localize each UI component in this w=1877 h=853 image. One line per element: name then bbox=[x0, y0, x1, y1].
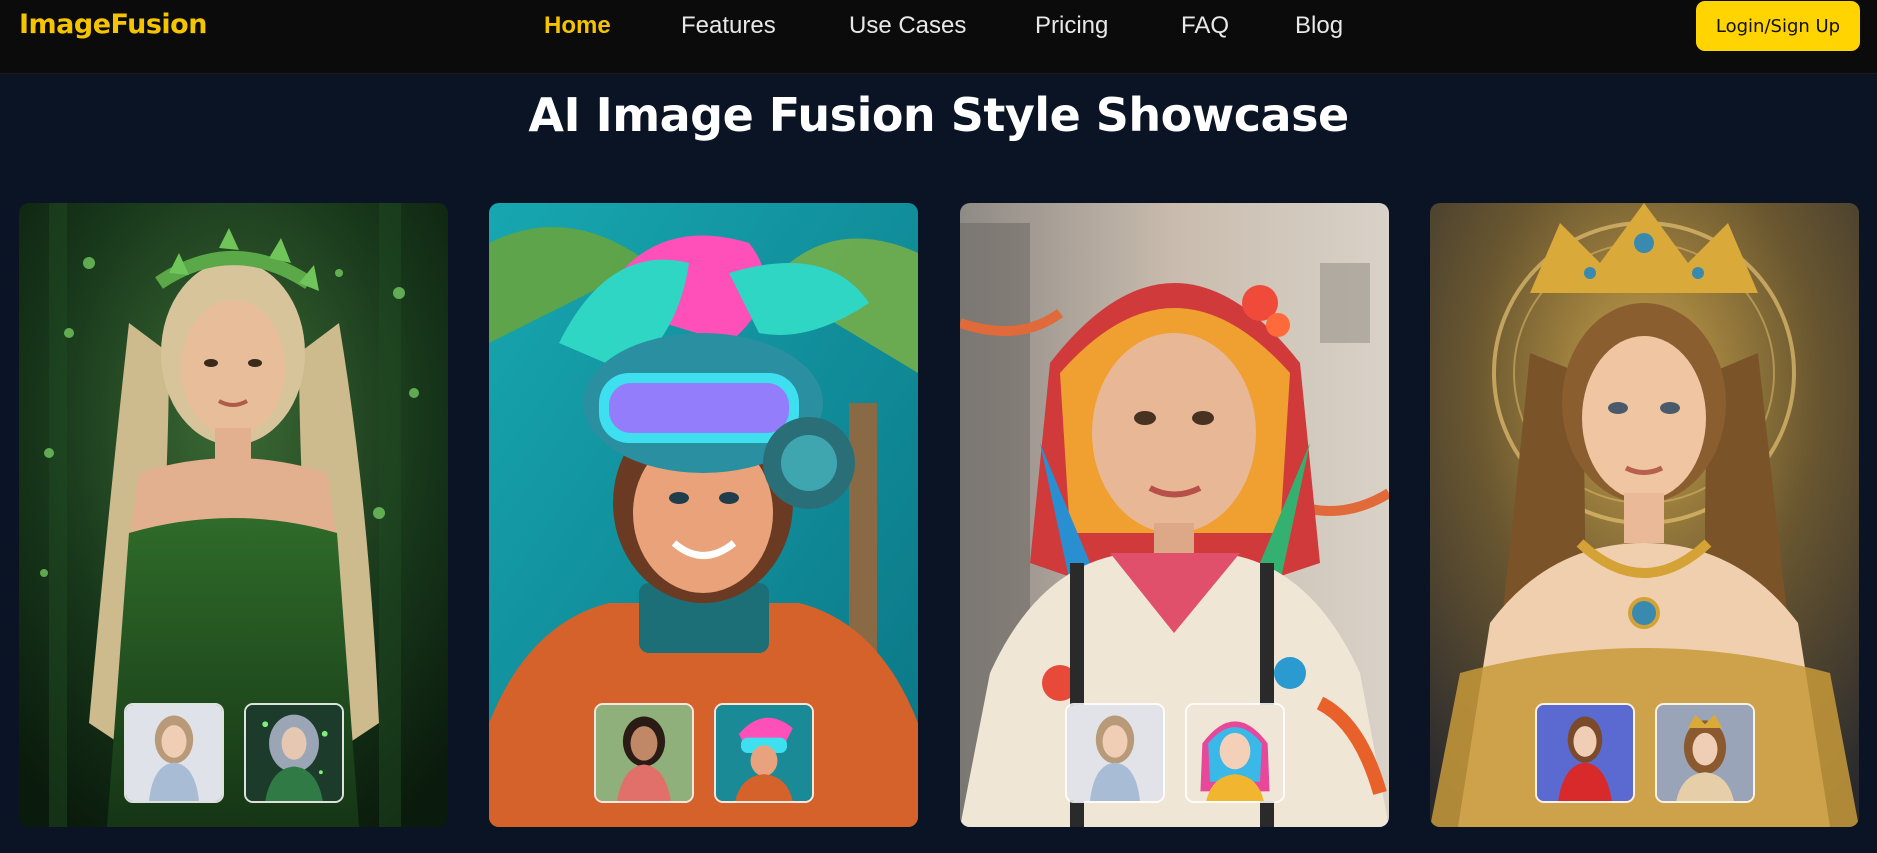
nav-item-pricing[interactable]: Pricing bbox=[1035, 12, 1108, 40]
source-photo-thumbnail[interactable] bbox=[594, 703, 694, 803]
source-portrait-image bbox=[1537, 705, 1633, 801]
forest-fairy-image bbox=[19, 203, 448, 827]
style-reference-image bbox=[246, 705, 342, 801]
showcase-card-golden-queen[interactable] bbox=[1430, 203, 1859, 827]
source-photo-thumbnail[interactable] bbox=[124, 703, 224, 803]
style-reference-thumbnail[interactable] bbox=[1655, 703, 1755, 803]
golden-queen-image bbox=[1430, 203, 1859, 827]
showcase-card-cyber-helmet[interactable] bbox=[489, 203, 918, 827]
cyber-helmet-image bbox=[489, 203, 918, 827]
style-reference-thumbnail[interactable] bbox=[1185, 703, 1285, 803]
main-nav: Home Features Use Cases Pricing FAQ Blog bbox=[0, 12, 1877, 42]
rainbow-hair-image bbox=[960, 203, 1389, 827]
nav-item-use-cases[interactable]: Use Cases bbox=[849, 12, 966, 40]
top-navigation-bar: ImageFusion Home Features Use Cases Pric… bbox=[0, 0, 1877, 74]
source-photo-thumbnail[interactable] bbox=[1065, 703, 1165, 803]
page-title: AI Image Fusion Style Showcase bbox=[528, 88, 1349, 142]
style-reference-image bbox=[1657, 705, 1753, 801]
login-signup-button[interactable]: Login/Sign Up bbox=[1696, 1, 1860, 51]
style-reference-image bbox=[716, 705, 812, 801]
source-portrait-image bbox=[126, 705, 222, 801]
source-portrait-image bbox=[596, 705, 692, 801]
source-portrait-image bbox=[1067, 705, 1163, 801]
showcase-card-forest-fairy[interactable] bbox=[19, 203, 448, 827]
nav-item-faq[interactable]: FAQ bbox=[1181, 12, 1229, 40]
style-reference-image bbox=[1187, 705, 1283, 801]
style-reference-thumbnail[interactable] bbox=[714, 703, 814, 803]
nav-item-home[interactable]: Home bbox=[544, 12, 611, 40]
source-photo-thumbnail[interactable] bbox=[1535, 703, 1635, 803]
nav-item-blog[interactable]: Blog bbox=[1295, 12, 1343, 40]
nav-item-features[interactable]: Features bbox=[681, 12, 776, 40]
style-reference-thumbnail[interactable] bbox=[244, 703, 344, 803]
showcase-card-rainbow-hair[interactable] bbox=[960, 203, 1389, 827]
